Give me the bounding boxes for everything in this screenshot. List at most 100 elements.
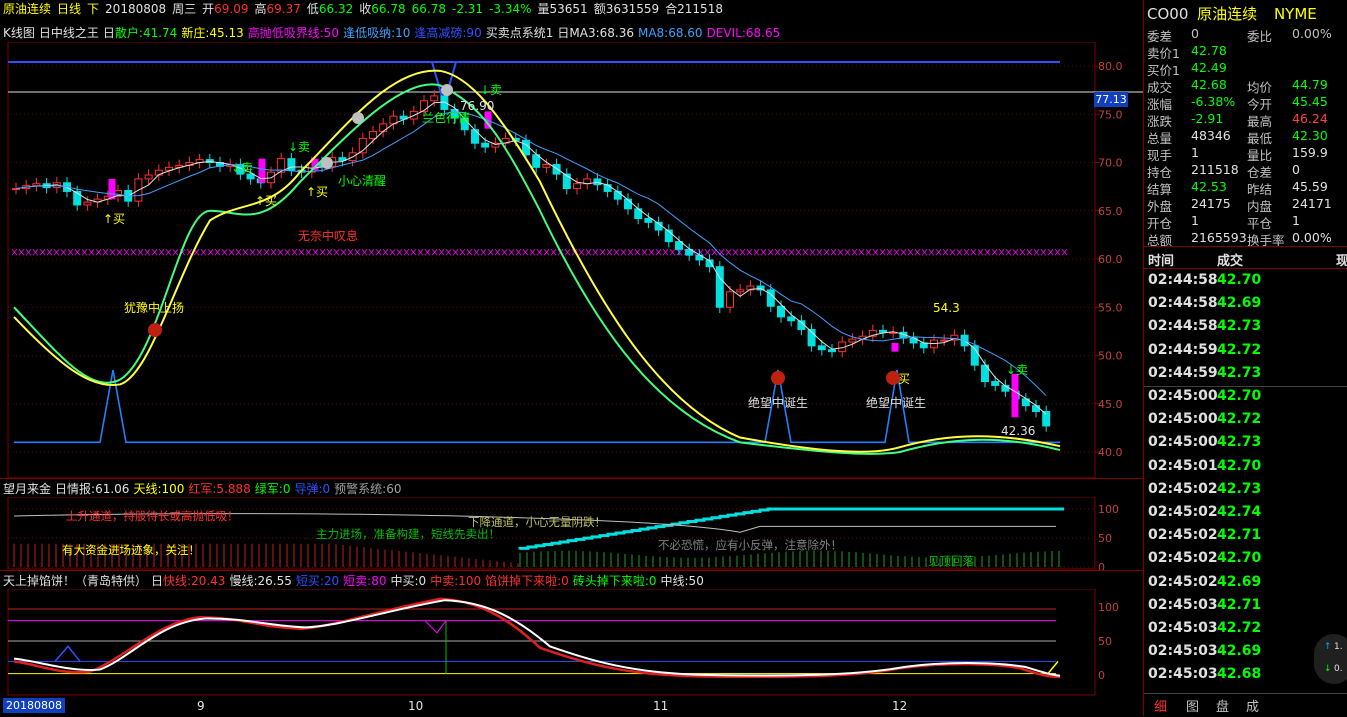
box-2[interactable]: 日: [103, 26, 115, 40]
tab-detail[interactable]: 细: [1154, 696, 1167, 715]
main-chart[interactable]: 80.0 75.0 70.0 65.0 60.0 55.0 50.0 45.0 40.0 ↑买 ↓…: [0, 42, 1143, 478]
x-mark: [515, 248, 522, 256]
ind3-chart[interactable]: 100 50 0: [0, 589, 1143, 696]
candle-body: [940, 339, 949, 342]
header-bar: 原油连续 日线下 20180808 周三 开69.09 高69.37 低66.32 收66.7…: [0, 0, 1143, 22]
ind2-box[interactable]: 日: [55, 482, 67, 496]
x-mark: [256, 248, 263, 256]
tick-row[interactable]: 02:44:58 42.73: [1144, 318, 1347, 341]
tick-row[interactable]: 02:45:02 42.74: [1144, 504, 1347, 527]
x-mark: [487, 248, 494, 256]
tick-price: 42.73: [1217, 364, 1262, 381]
x-mark: [207, 248, 214, 256]
direction-label: 下: [87, 2, 100, 16]
indicator-name[interactable]: 中线之王: [51, 26, 99, 40]
ind2-bar: 望月来金 日情报:61.06 天线:100 红军:5.888 绿军:0 导弹:0 预警系统:…: [0, 480, 406, 498]
tick-price: 42.71: [1217, 596, 1262, 613]
tick-row[interactable]: 02:45:03 42.72: [1144, 620, 1347, 643]
date-label-10: 10: [408, 699, 424, 713]
tick-separator: [1144, 386, 1347, 387]
candle-body: [787, 316, 796, 322]
ind3-name[interactable]: 天上掉馅饼！（青岛特供）: [3, 574, 147, 588]
quote-value: -6.38%: [1191, 94, 1236, 109]
tick-divider: [1144, 246, 1347, 247]
box-3[interactable]: 日: [557, 26, 569, 40]
buy-signal: ↑买: [255, 194, 277, 208]
gaopao-value: 高抛低吸界线:50: [247, 26, 340, 40]
candle-body: [736, 289, 745, 293]
sanhu-value: 散户:41.74: [114, 26, 178, 40]
period-label[interactable]: 日线: [57, 2, 81, 16]
quote-value-2: 44.79: [1292, 77, 1328, 92]
amount-value: 额3631559: [593, 2, 660, 16]
ind2-name[interactable]: 望月来金: [3, 482, 51, 496]
kline-label[interactable]: K线图: [3, 26, 35, 40]
x-mark: [914, 248, 921, 256]
tick-row[interactable]: 02:45:00 42.72: [1144, 411, 1347, 434]
tick-row[interactable]: 02:44:58 42.69: [1144, 295, 1347, 318]
quote-value: 42.49: [1191, 60, 1227, 75]
x-mark: [424, 248, 431, 256]
marker-face-icon: [321, 157, 333, 169]
date-label-12: 12: [892, 699, 908, 713]
ind2-text-main: 主力进场，准备构建，短线先卖出！: [316, 527, 500, 541]
x-mark: [886, 248, 893, 256]
x-mark: [382, 248, 389, 256]
x-mark: [739, 248, 746, 256]
quote-value-2: 0: [1292, 162, 1300, 177]
ind2-tick: 50: [1098, 532, 1112, 545]
x-mark: [249, 248, 256, 256]
tick-row[interactable]: 02:45:02 42.73: [1144, 481, 1347, 504]
candle-body: [726, 291, 734, 308]
tab-trades[interactable]: 成: [1246, 696, 1259, 715]
quote-value-2: 159.9: [1292, 145, 1328, 160]
x-mark: [333, 248, 340, 256]
x-mark: [60, 248, 67, 256]
x-mark: [564, 248, 571, 256]
tab-book[interactable]: 盘: [1216, 696, 1229, 715]
x-mark: [312, 248, 319, 256]
change-value: -2.31: [452, 2, 484, 16]
candle-body: [1032, 405, 1040, 412]
x-mark: [396, 248, 403, 256]
x-mark: [536, 248, 543, 256]
ind3-box[interactable]: 日: [151, 574, 163, 588]
tick-row[interactable]: 02:44:59 42.73: [1144, 365, 1347, 388]
candle-body: [440, 95, 449, 110]
x-mark: [956, 248, 963, 256]
tick-row[interactable]: 02:45:03 42.71: [1144, 597, 1347, 620]
tick-row[interactable]: 02:45:02 42.70: [1144, 550, 1347, 573]
tick-time: 02:45:00: [1148, 411, 1218, 428]
annotation-top: 兰色行情: [422, 111, 470, 125]
tick-row[interactable]: 02:44:59 42.72: [1144, 342, 1347, 365]
candle-body: [379, 123, 388, 133]
float-widget[interactable]: ↑ 1. ↓ 0.: [1314, 634, 1347, 684]
tick-row[interactable]: 02:45:00 42.70: [1144, 388, 1347, 411]
x-mark: [550, 248, 557, 256]
chart-area[interactable]: 原油连续 日线下 20180808 周三 开69.09 高69.37 低66.32 收66.7…: [0, 0, 1143, 716]
tick-price: 42.70: [1217, 550, 1262, 567]
marker-red-dot: [771, 371, 785, 385]
x-mark: [592, 248, 599, 256]
x-mark: [1019, 248, 1026, 256]
box-1[interactable]: 日: [39, 26, 51, 40]
x-mark: [25, 248, 32, 256]
tick-row[interactable]: 02:45:02 42.71: [1144, 527, 1347, 550]
x-mark: [340, 248, 347, 256]
x-mark: [221, 248, 228, 256]
ind2-chart[interactable]: 100500上升通道，持股待长或高抛低吸！ 下降通道，小心无量阴跌！有大资金进场迹…: [0, 497, 1143, 570]
annotation-despair: 绝望中诞生: [748, 395, 808, 410]
quote-value: 1: [1191, 213, 1199, 228]
duanmai-value: 短买:20: [295, 574, 340, 588]
annotation-despair: 绝望中诞生: [866, 395, 926, 410]
tab-chart[interactable]: 图: [1186, 696, 1199, 715]
price-tick-label: 80.0: [1098, 60, 1123, 73]
tick-row[interactable]: 02:45:01 42.70: [1144, 458, 1347, 481]
x-mark: [774, 248, 781, 256]
candle-body: [471, 129, 479, 144]
tick-row[interactable]: 02:45:02 42.69: [1144, 574, 1347, 597]
tick-row[interactable]: 02:45:00 42.73: [1144, 434, 1347, 457]
tick-row[interactable]: 02:44:58 42.70: [1144, 272, 1347, 295]
x-mark: [760, 248, 767, 256]
x-mark: [354, 248, 361, 256]
